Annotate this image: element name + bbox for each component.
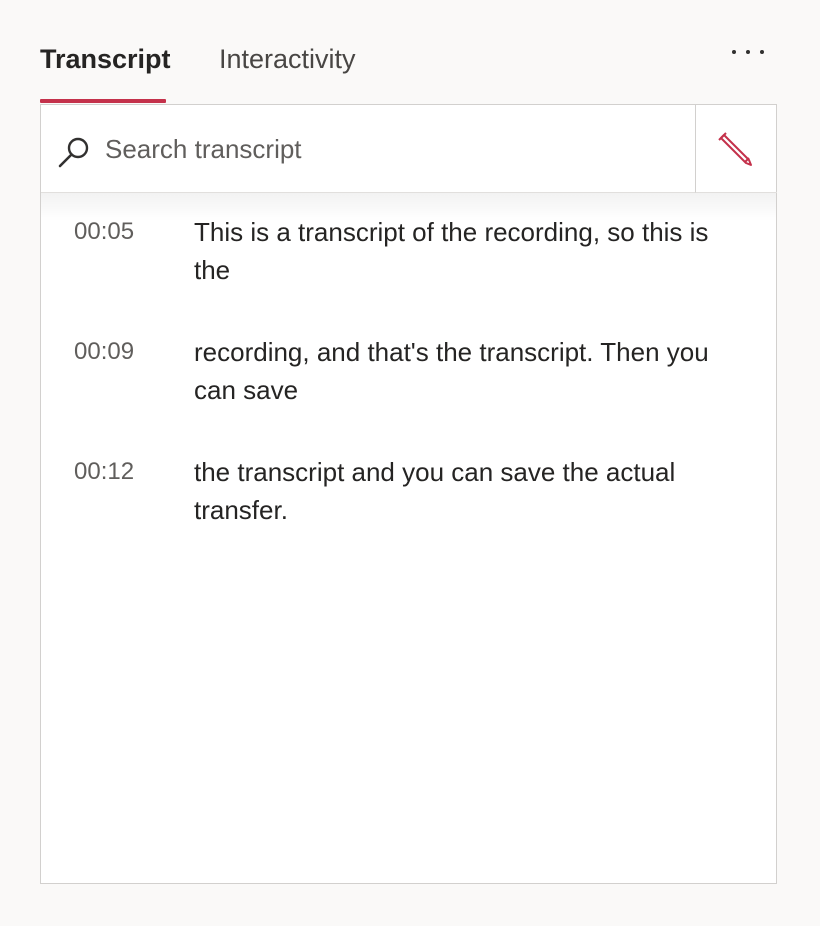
more-options-button[interactable]: [728, 42, 768, 62]
transcript-panel: 00:05 This is a transcript of the record…: [40, 104, 777, 884]
entry-timestamp[interactable]: 00:12: [74, 453, 134, 491]
edit-transcript-button[interactable]: [695, 105, 777, 193]
transcript-entry[interactable]: 00:05 This is a transcript of the record…: [41, 213, 776, 333]
more-horizontal-icon: [732, 50, 736, 54]
search-icon: [58, 137, 89, 168]
transcript-list: 00:05 This is a transcript of the record…: [41, 213, 776, 573]
tab-interactivity[interactable]: Interactivity: [219, 42, 356, 76]
entry-timestamp[interactable]: 00:09: [74, 333, 134, 371]
tab-transcript[interactable]: Transcript: [40, 42, 171, 76]
tab-bar: Transcript Interactivity: [40, 32, 780, 104]
active-tab-indicator: [40, 99, 166, 103]
entry-text: the transcript and you can save the actu…: [194, 457, 676, 525]
pencil-icon: [718, 132, 752, 166]
entry-text: This is a transcript of the recording, s…: [194, 217, 709, 285]
search-input[interactable]: [105, 129, 665, 169]
transcript-entry[interactable]: 00:09 recording, and that's the transcri…: [41, 333, 776, 453]
search-bar: [41, 105, 695, 193]
entry-text: recording, and that's the transcript. Th…: [194, 337, 709, 405]
entry-timestamp[interactable]: 00:05: [74, 213, 134, 251]
transcript-entry[interactable]: 00:12 the transcript and you can save th…: [41, 453, 776, 573]
